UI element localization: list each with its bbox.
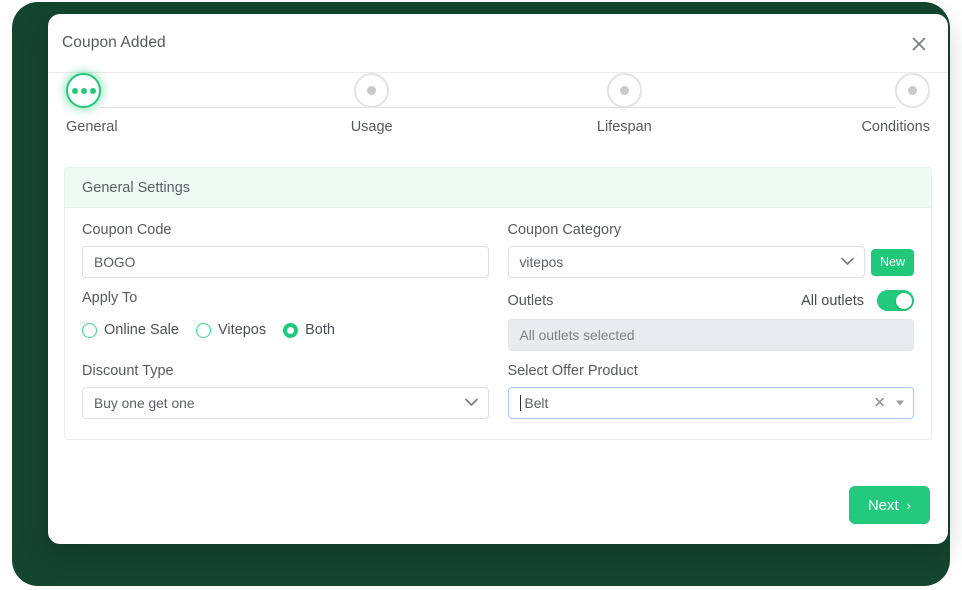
next-button[interactable]: Next › bbox=[848, 486, 930, 524]
coupon-category-select-wrap: vitepos bbox=[507, 246, 865, 278]
field-coupon-code: Coupon Code BOGO bbox=[82, 222, 489, 278]
label-coupon-category: Coupon Category bbox=[507, 222, 622, 238]
stepper-step-lifespan[interactable]: Lifespan bbox=[569, 73, 679, 135]
caret-down-icon[interactable] bbox=[896, 400, 904, 406]
close-icon[interactable] bbox=[904, 29, 934, 59]
field-coupon-category: Coupon Category vitepos New bbox=[507, 222, 914, 278]
stepper-label-usage: Usage bbox=[350, 119, 393, 135]
three-dots-icon bbox=[71, 87, 96, 94]
field-apply-to: Apply To Online Sale Vitepos Both bbox=[82, 290, 489, 351]
offer-product-value: Belt bbox=[520, 395, 549, 411]
radio-icon bbox=[82, 322, 97, 338]
discount-type-select[interactable]: Buy one get one bbox=[82, 387, 489, 419]
clear-icon[interactable]: ✕ bbox=[873, 396, 886, 411]
stepper-step-conditions[interactable]: Conditions bbox=[822, 73, 932, 135]
radio-selected-icon bbox=[283, 322, 299, 338]
section-header-general-settings: General Settings bbox=[64, 167, 932, 208]
discount-type-select-wrap: Buy one get one bbox=[82, 387, 489, 419]
offer-product-combobox[interactable]: Belt ✕ bbox=[507, 387, 914, 419]
modal-footer: Next › bbox=[48, 466, 948, 544]
radio-icon bbox=[195, 322, 211, 338]
radio-both[interactable]: Both bbox=[283, 322, 335, 338]
coupon-modal: Coupon Added General Usage Lifespan Cond… bbox=[48, 14, 948, 544]
toggle-knob bbox=[895, 292, 912, 309]
step-bullet-icon bbox=[606, 73, 642, 108]
radio-online-sale[interactable]: Online Sale bbox=[82, 322, 179, 338]
all-outlets-toggle[interactable] bbox=[877, 290, 914, 311]
label-discount-type: Discount Type bbox=[82, 363, 174, 379]
label-coupon-code: Coupon Code bbox=[82, 222, 172, 238]
outlets-input[interactable]: All outlets selected bbox=[507, 319, 914, 351]
step-bullet-icon bbox=[354, 73, 390, 108]
dot-icon bbox=[367, 86, 377, 95]
modal-title: Coupon Added bbox=[62, 34, 166, 51]
radio-label-vitepos: Vitepos bbox=[217, 322, 267, 338]
apply-to-radio-group: Online Sale Vitepos Both bbox=[82, 314, 489, 346]
field-offer-product: Select Offer Product Belt ✕ bbox=[507, 363, 914, 419]
dot-icon bbox=[619, 86, 629, 95]
label-all-outlets: All outlets bbox=[801, 292, 864, 309]
new-category-button[interactable]: New bbox=[870, 248, 914, 276]
modal-header: Coupon Added bbox=[48, 14, 948, 73]
coupon-category-select[interactable]: vitepos bbox=[507, 246, 865, 278]
field-discount-type: Discount Type Buy one get one bbox=[82, 363, 489, 419]
stepper-step-general[interactable]: General bbox=[64, 73, 174, 135]
step-bullet-active-icon bbox=[66, 73, 101, 108]
radio-label-online-sale: Online Sale bbox=[104, 322, 179, 338]
section-title: General Settings bbox=[82, 179, 191, 196]
stepper-label-conditions: Conditions bbox=[861, 119, 930, 135]
label-apply-to: Apply To bbox=[82, 290, 138, 306]
field-outlets: Outlets All outlets All outlets selected bbox=[507, 290, 914, 351]
label-outlets: Outlets bbox=[507, 292, 554, 309]
dot-icon bbox=[907, 86, 917, 95]
radio-label-both: Both bbox=[305, 322, 335, 338]
chevron-right-icon: › bbox=[906, 497, 911, 513]
label-offer-product: Select Offer Product bbox=[507, 363, 638, 379]
wizard-stepper: General Usage Lifespan Conditions bbox=[64, 73, 932, 167]
stepper-step-usage[interactable]: Usage bbox=[317, 73, 427, 135]
coupon-code-input[interactable]: BOGO bbox=[82, 246, 489, 278]
stepper-label-general: General bbox=[66, 119, 118, 135]
stepper-label-lifespan: Lifespan bbox=[596, 119, 652, 135]
radio-vitepos[interactable]: Vitepos bbox=[195, 322, 267, 338]
next-button-label: Next bbox=[867, 496, 899, 514]
general-settings-panel: Coupon Code BOGO Coupon Category vitepos… bbox=[64, 208, 932, 440]
step-bullet-icon bbox=[894, 73, 930, 108]
